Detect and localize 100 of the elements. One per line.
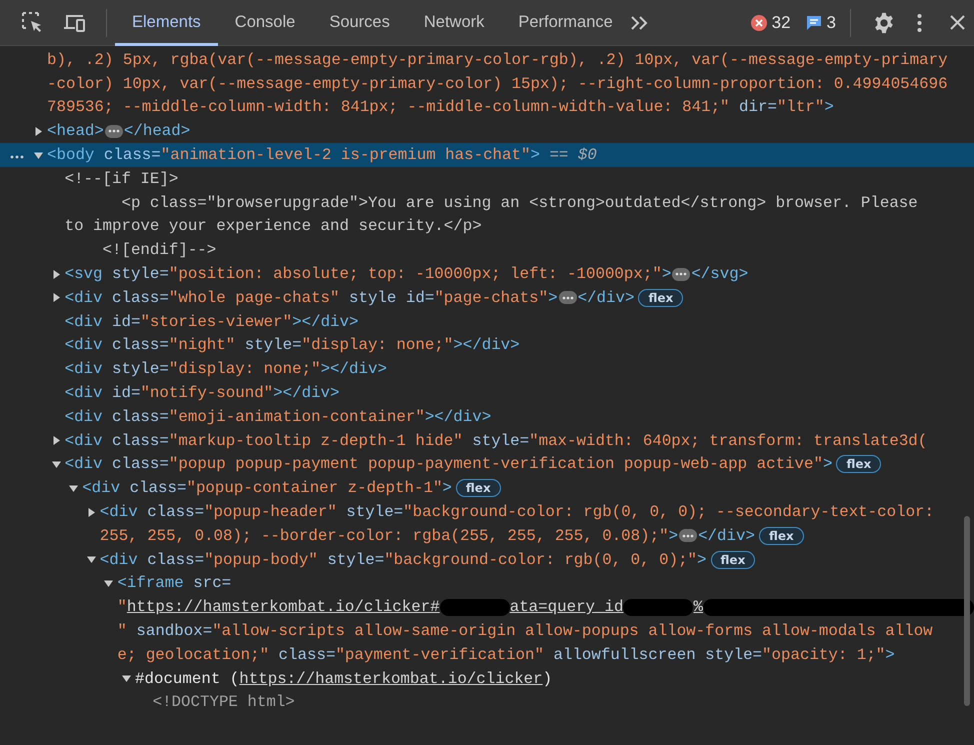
code-token: style= [110, 265, 169, 284]
code-token: > [824, 98, 834, 116]
url-link[interactable]: % [693, 598, 703, 616]
code-token: <iframe [117, 574, 184, 592]
expand-arrow-icon[interactable] [69, 484, 78, 493]
flex-badge[interactable]: flex [836, 455, 882, 474]
message-count[interactable]: 3 [804, 12, 836, 32]
code-token: style= [345, 503, 404, 522]
url-link[interactable]: ata=query_id [510, 598, 624, 616]
expand-arrow-icon[interactable] [52, 293, 61, 302]
code-token: </svg> [691, 265, 748, 284]
url-link[interactable]: https://hamsterkombat.io/clicker [239, 670, 543, 688]
error-icon [750, 14, 768, 32]
selection-marker: == $0 [548, 146, 597, 164]
flex-badge[interactable]: flex [758, 526, 804, 545]
code-token: "stories-viewer" [140, 312, 292, 331]
expand-arrow-icon[interactable] [86, 555, 96, 564]
url-link[interactable]: https://hamsterkombat.io/clicker# [126, 598, 440, 616]
expand-arrow-icon[interactable] [122, 674, 131, 684]
devtools-tab[interactable]: Performance [501, 0, 630, 46]
code-token: <div [100, 550, 138, 569]
code-token: > [885, 646, 895, 664]
flex-badge[interactable]: flex [456, 479, 501, 498]
code-token: "night" [168, 336, 236, 354]
code-token: <body [47, 146, 94, 164]
code-token: <div [64, 360, 103, 378]
code-token: 255, 255, 0.08); --border-color: rgba(255, 255, 255, 0.08);" [100, 526, 669, 545]
code-token: " [117, 622, 127, 640]
code-token: style= [110, 360, 169, 378]
ellipsis-icon[interactable] [679, 529, 698, 542]
message-icon [804, 14, 823, 30]
expand-arrow-icon[interactable] [52, 436, 61, 446]
code-token: ></div> [273, 384, 340, 402]
code-token: <svg [64, 265, 103, 284]
code-token: b), .2) 5px, rgba(var(--message-empty-primary-color-rgb), .2) 10px, var(--message-empty-primary [47, 50, 948, 69]
redaction-mark [623, 598, 694, 616]
scrollbar[interactable] [964, 516, 970, 706]
devtools-tab[interactable]: Console [218, 0, 312, 46]
code-token: ></div> [424, 408, 492, 426]
close-icon[interactable] [950, 15, 965, 30]
code-token: <div [64, 336, 103, 354]
expand-arrow-icon[interactable] [34, 126, 43, 136]
code-token: <div [64, 455, 103, 474]
expand-arrow-icon[interactable] [86, 508, 96, 517]
code-token: "popup-container z-depth-1" [186, 479, 442, 498]
code-token: 789536; --middle-column-width: 841px; --middle-column-width-value: 841;" [47, 98, 730, 116]
code-token: <!DOCTYPE html> [152, 693, 295, 712]
code-token: </div> [698, 526, 755, 545]
error-count[interactable]: 32 [750, 12, 791, 32]
flex-badge[interactable]: flex [638, 288, 684, 307]
code-token: class= [102, 146, 161, 164]
code-token: <div [64, 408, 103, 426]
kebab-menu-icon[interactable] [917, 12, 922, 32]
more-tabs-icon[interactable] [630, 14, 650, 30]
code-token: sandbox= [135, 622, 212, 640]
expand-arrow-icon[interactable] [52, 460, 61, 469]
code-token: "notify-sound" [140, 384, 274, 402]
ellipsis-icon[interactable] [104, 124, 123, 138]
code-token: class= [110, 455, 169, 474]
code-token: style= [471, 432, 530, 450]
expand-arrow-icon[interactable] [52, 270, 61, 279]
code-token: " [117, 598, 127, 616]
code-token: <div [64, 312, 103, 331]
code-token: "allow-scripts allow-same-origin allow-popups allow-forms allow-modals allow [212, 622, 933, 640]
settings-icon[interactable] [873, 12, 895, 34]
flex-badge[interactable]: flex [710, 550, 756, 569]
ellipsis-icon[interactable] [672, 268, 690, 281]
code-token: ) [542, 670, 552, 688]
code-token: src= [192, 574, 232, 592]
code-token: <div [64, 432, 103, 450]
expand-arrow-icon[interactable] [34, 150, 43, 160]
code-token: class= [110, 336, 169, 354]
code-token: <head> [47, 122, 104, 140]
code-token: <div [64, 288, 103, 307]
code-token: allowfullscreen style= [552, 646, 762, 664]
device-toggle-icon[interactable] [63, 12, 86, 32]
inspect-icon[interactable] [22, 12, 43, 33]
code-token: style id= [348, 288, 434, 307]
code-token: "popup-header" [204, 503, 337, 522]
code-token: > [668, 526, 678, 545]
expand-arrow-icon[interactable] [104, 578, 114, 588]
code-token: class= [110, 432, 169, 450]
ellipsis-icon[interactable] [558, 291, 577, 304]
code-token: "page-chats" [434, 288, 548, 307]
code-token: "emoji-animation-container" [168, 408, 425, 426]
code-token: "payment-verification" [335, 646, 544, 664]
code-token: e; geolocation;" [117, 646, 270, 664]
code-token: > [822, 455, 832, 474]
devtools-tab[interactable]: Sources [312, 0, 407, 46]
devtools-tab[interactable]: Network [406, 0, 502, 46]
devtools-tab[interactable]: Elements [115, 0, 218, 46]
code-comment: <p class="browserupgrade">You are using an <strong>outdated</strong> browser. Please [120, 194, 918, 212]
code-token: "max-width: 640px; transform: translate3d( [529, 432, 928, 450]
code-token: > [548, 288, 558, 307]
code-token: <div [64, 384, 103, 402]
code-token: "animation-level-2 is-premium has-chat" [160, 146, 530, 164]
code-token: ></div> [292, 312, 358, 331]
code-token: #document ( [135, 670, 240, 688]
code-comment: to improve your experience and security.</p> [64, 217, 482, 236]
code-token: -color) 10px, var(--message-empty-primary-color) 15px); --right-column-proportion: 0.4994054696 [47, 74, 948, 93]
